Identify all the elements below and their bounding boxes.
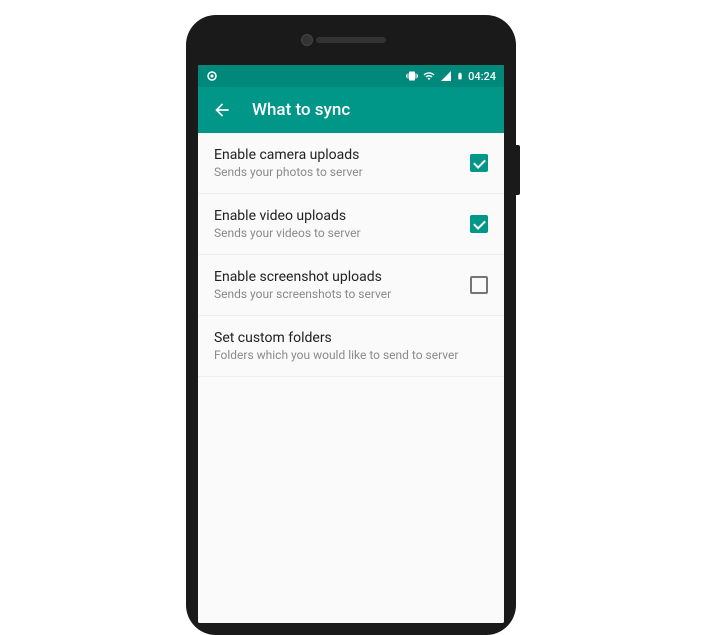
setting-text: Enable screenshot uploads Sends your scr… (214, 269, 470, 301)
status-time: 04:24 (468, 70, 496, 83)
setting-camera-uploads[interactable]: Enable camera uploads Sends your photos … (198, 133, 504, 194)
checkbox-checked-icon[interactable] (470, 154, 488, 172)
setting-screenshot-uploads[interactable]: Enable screenshot uploads Sends your scr… (198, 255, 504, 316)
side-button (516, 145, 520, 195)
setting-title: Enable camera uploads (214, 147, 470, 163)
setting-subtitle: Sends your screenshots to server (214, 287, 470, 301)
circle-icon (206, 70, 218, 82)
vibrate-icon (406, 70, 418, 82)
signal-icon (440, 70, 452, 82)
app-bar: What to sync (198, 87, 504, 133)
phone-frame: 04:24 What to sync Enable camera uploads… (186, 15, 516, 635)
setting-title: Enable video uploads (214, 208, 470, 224)
checkbox-unchecked-icon[interactable] (470, 276, 488, 294)
checkbox-checked-icon[interactable] (470, 215, 488, 233)
front-camera (301, 34, 313, 46)
settings-list: Enable camera uploads Sends your photos … (198, 133, 504, 623)
setting-title: Set custom folders (214, 330, 488, 346)
setting-text: Set custom folders Folders which you wou… (214, 330, 488, 362)
wifi-icon (422, 70, 436, 82)
screen: 04:24 What to sync Enable camera uploads… (198, 65, 504, 623)
setting-subtitle: Sends your videos to server (214, 226, 470, 240)
status-bar: 04:24 (198, 65, 504, 87)
app-bar-title: What to sync (252, 100, 350, 120)
speaker (316, 37, 386, 43)
setting-title: Enable screenshot uploads (214, 269, 470, 285)
back-arrow-icon[interactable] (212, 100, 232, 120)
battery-icon (456, 70, 464, 82)
setting-text: Enable camera uploads Sends your photos … (214, 147, 470, 179)
setting-custom-folders[interactable]: Set custom folders Folders which you wou… (198, 316, 504, 377)
setting-subtitle: Sends your photos to server (214, 165, 470, 179)
setting-video-uploads[interactable]: Enable video uploads Sends your videos t… (198, 194, 504, 255)
setting-subtitle: Folders which you would like to send to … (214, 348, 488, 362)
status-left (206, 70, 218, 82)
setting-text: Enable video uploads Sends your videos t… (214, 208, 470, 240)
